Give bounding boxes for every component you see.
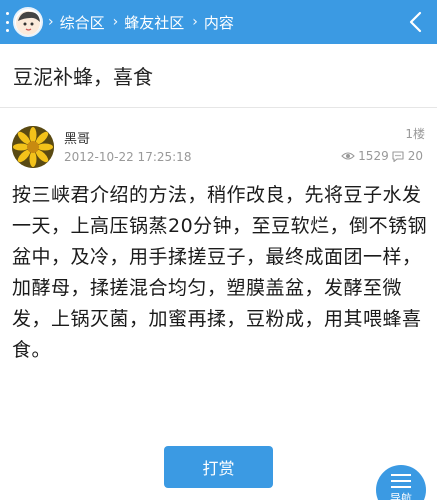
post-timestamp: 2012-10-22 17:25:18: [64, 150, 192, 164]
vertical-dots-icon[interactable]: [4, 12, 10, 32]
page-title: 豆泥补蜂，喜食: [13, 65, 153, 89]
author-avatar[interactable]: [12, 126, 54, 168]
breadcrumb-separator: ›: [48, 14, 54, 30]
post-header: 黑哥 2012-10-22 17:25:18 1楼 1529 20: [0, 118, 437, 174]
navigation-button[interactable]: 导航: [376, 465, 426, 500]
navigation-label: 导航: [390, 492, 412, 500]
comment-count: 20: [407, 149, 423, 163]
breadcrumb-separator: ›: [192, 14, 198, 30]
breadcrumb-item-content: 内容: [203, 13, 234, 32]
view-count: 1529: [358, 149, 389, 163]
post-title-bar: 豆泥补蜂，喜食: [0, 44, 437, 108]
top-navigation-bar: › 综合区 › 蜂友社区 › 内容: [0, 0, 437, 44]
reward-button[interactable]: 打赏: [164, 446, 273, 488]
breadcrumb-item-general[interactable]: 综合区: [60, 12, 105, 33]
author-name[interactable]: 黑哥: [64, 128, 90, 147]
breadcrumb: › 综合区 › 蜂友社区 › 内容: [48, 0, 242, 44]
post-content: 按三峡君介绍的方法，稍作改良，先将豆子水发一天，上高压锅蒸20分钟，至豆软烂，倒…: [12, 184, 428, 361]
chevron-left-icon[interactable]: [403, 9, 429, 35]
eye-icon: [341, 152, 355, 160]
comment-icon: [392, 151, 404, 163]
post-stats: 1529 20: [341, 149, 425, 163]
floor-number: 1楼: [405, 127, 425, 141]
breadcrumb-item-community[interactable]: 蜂友社区: [124, 12, 184, 33]
user-avatar-icon[interactable]: [13, 7, 43, 37]
breadcrumb-separator: ›: [112, 14, 119, 30]
